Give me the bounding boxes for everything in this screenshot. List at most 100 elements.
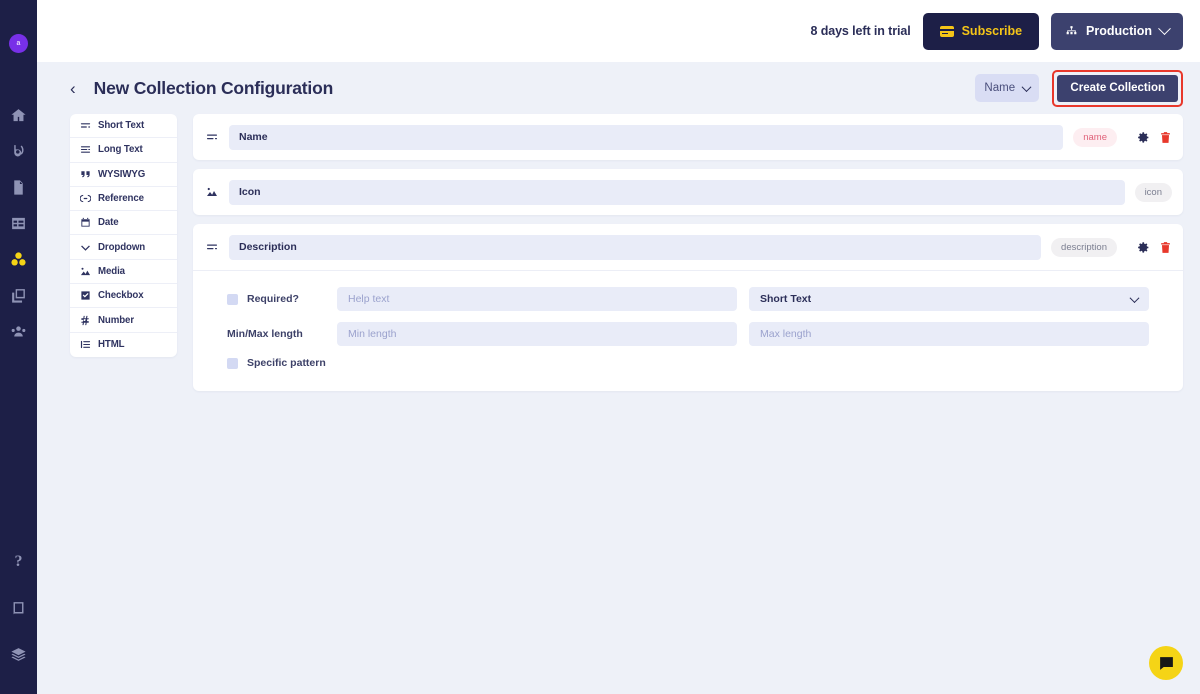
field-type-label: HTML: [98, 339, 125, 351]
field-name-input[interactable]: [229, 124, 1064, 150]
layers-icon[interactable]: [9, 644, 29, 664]
trial-status-text: 8 days left in trial: [810, 24, 911, 38]
field-row: name: [193, 114, 1183, 160]
chevron-down-icon: [1158, 21, 1171, 35]
link-icon: [80, 194, 91, 203]
settings-row-pattern: Specific pattern: [227, 357, 1149, 369]
field-type-label: Long Text: [98, 144, 143, 156]
field-type-wysiwyg[interactable]: WYSIWYG: [70, 163, 177, 187]
subscribe-label: Subscribe: [961, 24, 1023, 38]
minmax-label: Min/Max length: [227, 328, 303, 340]
main-region: 8 days left in trial Subscribe Productio…: [37, 0, 1200, 694]
field-type-label: Reference: [98, 193, 144, 205]
specific-pattern-label: Specific pattern: [247, 357, 326, 369]
field-name-input[interactable]: [229, 234, 1042, 260]
quote-icon: [81, 171, 90, 177]
field-type-reference[interactable]: Reference: [70, 187, 177, 212]
credit-card-icon: [939, 25, 954, 37]
short-text-icon[interactable]: [205, 241, 219, 253]
page-body: Short Text Long Text WYSIWYG Reference D…: [37, 114, 1200, 694]
field-type-checkbox[interactable]: Checkbox: [70, 284, 177, 309]
pattern-label-group: Specific pattern: [227, 357, 337, 369]
create-collection-button[interactable]: Create Collection: [1057, 74, 1178, 102]
field-type-label: WYSIWYG: [98, 168, 146, 180]
field-delete-trash-icon[interactable]: [1159, 131, 1172, 144]
field-row-actions: [1127, 241, 1172, 254]
field-slug-badge: icon: [1134, 182, 1172, 202]
required-checkbox[interactable]: [227, 293, 238, 305]
field-type-select-value: Short Text: [760, 293, 812, 305]
field-row-actions: [1127, 131, 1172, 144]
short-text-icon[interactable]: [205, 131, 219, 143]
required-label-group: Required?: [227, 293, 337, 305]
home-icon[interactable]: [9, 105, 29, 125]
required-label: Required?: [247, 293, 299, 305]
settings-row-required: Required? Short Text: [227, 287, 1149, 311]
field-settings-panel: Required? Short Text Min/Max length: [193, 270, 1183, 391]
max-length-input[interactable]: [749, 322, 1149, 346]
help-text-input[interactable]: [337, 287, 737, 311]
rail-secondary-icons: ?: [9, 552, 29, 664]
settings-row-minmax: Min/Max length: [227, 322, 1149, 346]
field-name-input[interactable]: [229, 179, 1125, 205]
team-icon[interactable]: [9, 321, 29, 341]
image-icon[interactable]: [205, 186, 219, 198]
hash-icon: [81, 315, 89, 325]
specific-pattern-checkbox[interactable]: [227, 357, 238, 369]
calendar-icon: [81, 218, 90, 227]
field-type-select[interactable]: Short Text: [749, 287, 1149, 311]
field-type-html[interactable]: HTML: [70, 333, 177, 357]
field-list: name: [193, 114, 1183, 694]
subscribe-button[interactable]: Subscribe: [922, 12, 1040, 50]
sort-select-value: Name: [984, 82, 1016, 94]
list-icon: [80, 341, 91, 349]
environment-selector[interactable]: Production: [1051, 12, 1183, 50]
field-type-date[interactable]: Date: [70, 211, 177, 236]
field-type-label: Date: [98, 217, 119, 229]
min-length-input[interactable]: [337, 322, 737, 346]
field-type-label: Short Text: [98, 120, 145, 132]
book-icon[interactable]: [9, 598, 29, 618]
table-icon[interactable]: [9, 213, 29, 233]
collections-icon[interactable]: [9, 249, 29, 269]
checkbox-icon: [81, 291, 90, 300]
sitemap-icon: [1066, 25, 1077, 34]
avatar[interactable]: a: [9, 34, 28, 53]
field-settings-gear-icon[interactable]: [1137, 131, 1150, 144]
rail-primary-icons: [9, 105, 29, 341]
chevron-down-icon: [1021, 81, 1032, 92]
left-nav-rail: a ?: [0, 0, 37, 694]
broadcast-icon[interactable]: [9, 141, 29, 161]
sort-select[interactable]: Name: [975, 74, 1040, 102]
field-type-label: Media: [98, 265, 125, 277]
field-card-icon: icon: [193, 169, 1183, 215]
top-bar: 8 days left in trial Subscribe Productio…: [37, 0, 1200, 62]
chevron-down-icon: [81, 245, 90, 251]
page-header-actions: Name Create Collection: [975, 69, 1183, 107]
page-title: New Collection Configuration: [93, 77, 334, 98]
field-slug-badge: name: [1073, 127, 1117, 147]
field-type-dropdown[interactable]: Dropdown: [70, 235, 177, 260]
help-icon[interactable]: ?: [9, 552, 29, 572]
field-type-media[interactable]: Media: [70, 260, 177, 285]
field-type-short-text[interactable]: Short Text: [70, 114, 177, 139]
media-library-icon[interactable]: [9, 285, 29, 305]
environment-label: Production: [1086, 24, 1152, 38]
chevron-down-icon: [1129, 292, 1140, 303]
chat-launcher-button[interactable]: [1149, 646, 1183, 680]
create-collection-highlight: Create Collection: [1052, 69, 1183, 107]
back-button[interactable]: ‹: [70, 80, 76, 97]
field-type-label: Checkbox: [98, 290, 144, 302]
field-delete-trash-icon[interactable]: [1159, 241, 1172, 254]
field-card-name: name: [193, 114, 1183, 160]
chat-bubble-icon: [1159, 656, 1173, 670]
field-type-long-text[interactable]: Long Text: [70, 138, 177, 163]
short-text-icon: [80, 123, 91, 128]
long-text-icon: [80, 146, 91, 154]
field-settings-gear-icon[interactable]: [1137, 241, 1150, 254]
field-type-label: Number: [98, 314, 135, 326]
field-type-palette: Short Text Long Text WYSIWYG Reference D…: [70, 114, 177, 357]
field-type-number[interactable]: Number: [70, 308, 177, 333]
document-icon[interactable]: [9, 177, 29, 197]
image-icon: [80, 267, 91, 276]
